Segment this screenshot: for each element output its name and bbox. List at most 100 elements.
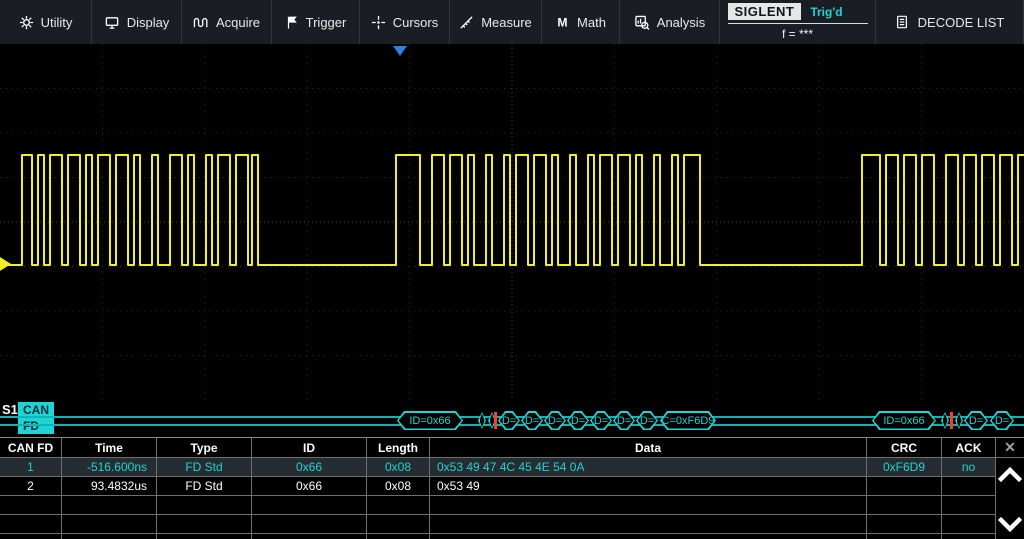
decode-list-icon [895, 14, 909, 30]
menu-item-display[interactable]: Display [92, 0, 182, 44]
menu-item-analysis[interactable]: Analysis [620, 0, 720, 44]
decode-frame: D= [613, 411, 635, 430]
column-header: Time [62, 438, 157, 458]
menu-item-label: Utility [41, 15, 73, 30]
decode-frame: D= [567, 411, 589, 430]
scroll-down-button[interactable] [998, 516, 1022, 533]
table-row-cell[interactable] [942, 515, 996, 534]
trigger-flag-icon [285, 15, 299, 30]
trigger-level-marker[interactable] [0, 257, 11, 271]
table-row-cell[interactable] [157, 515, 252, 534]
column-header: Length [367, 438, 430, 458]
table-row-cell[interactable] [62, 496, 157, 515]
brand-logo: SIGLENT [728, 3, 802, 20]
menu-item-label: Math [577, 15, 606, 30]
decode-frame: D= [964, 411, 988, 430]
decode-frame: D= [544, 411, 566, 430]
table-row-cell[interactable]: 93.4832us [62, 477, 157, 496]
table-row-cell[interactable]: 0x66 [252, 477, 367, 496]
close-icon: ✕ [1004, 439, 1016, 456]
table-row-cell [867, 534, 942, 539]
table-row-cell[interactable]: 2 [0, 477, 62, 496]
table-row-cell[interactable] [430, 515, 867, 534]
waveform-svg [0, 44, 1024, 400]
table-row-cell[interactable] [867, 477, 942, 496]
decode-frame: D= [521, 411, 543, 430]
decode-frame: D= [636, 411, 658, 430]
table-row-cell[interactable]: -516.600ns [62, 458, 157, 477]
decode-list-button[interactable]: DECODE LIST [876, 0, 1024, 44]
table-row-cell[interactable]: 0x08 [367, 477, 430, 496]
table-row-cell[interactable]: no [942, 458, 996, 477]
table-row-cell[interactable] [942, 477, 996, 496]
table-row-cell[interactable] [367, 496, 430, 515]
table-row-cell[interactable]: 0xF6D9 [867, 458, 942, 477]
menu-item-trigger[interactable]: Trigger [272, 0, 360, 44]
table-row-cell[interactable] [942, 496, 996, 515]
menu-item-label: Cursors [393, 15, 439, 30]
decode-frame: ID=0x66 [397, 411, 463, 430]
table-row-cell[interactable] [62, 515, 157, 534]
table-row-cell[interactable]: 1 [0, 458, 62, 477]
menu-bar: Utility Display Acquire Trigger Cursors … [0, 0, 1024, 44]
frequency-readout: f = *** [782, 24, 813, 41]
status-area: SIGLENT Trig'd f = *** [720, 0, 876, 44]
menu-item-cursors[interactable]: Cursors [360, 0, 450, 44]
table-row-cell[interactable]: 0x53 49 47 4C 45 4E 54 0A [430, 458, 867, 477]
menu-item-measure[interactable]: Measure [450, 0, 542, 44]
column-header: Type [157, 438, 252, 458]
gear-icon [19, 15, 34, 30]
decode-frame: ID=0x66 [872, 411, 936, 430]
table-row-cell[interactable] [252, 515, 367, 534]
menu-item-utility[interactable]: Utility [0, 0, 92, 44]
table-row-cell [62, 534, 157, 539]
decode-table-side-strip: ✕ [996, 437, 1024, 539]
decode-frame: D= [990, 411, 1014, 430]
menu-item-label: Analysis [657, 15, 705, 30]
decode-frame: D= [498, 411, 520, 430]
table-row-cell[interactable] [367, 515, 430, 534]
table-row-cell[interactable] [430, 496, 867, 515]
measure-icon [459, 15, 474, 30]
decode-table-close-button[interactable]: ✕ [996, 438, 1024, 458]
column-header: CRC [867, 438, 942, 458]
math-icon: M [555, 15, 570, 30]
decode-bus: ID=0x66D=D=D=D=D=D=D=C=0xF6D9ID=0x66D=D= [0, 411, 1024, 430]
column-header: ACK [942, 438, 996, 458]
scroll-up-button[interactable] [998, 466, 1022, 483]
table-row-cell[interactable] [867, 496, 942, 515]
table-row-cell[interactable] [867, 515, 942, 534]
table-row-cell [367, 534, 430, 539]
menu-item-math[interactable]: M Math [542, 0, 620, 44]
oscilloscope-screen: Utility Display Acquire Trigger Cursors … [0, 0, 1024, 539]
menu-item-acquire[interactable]: Acquire [182, 0, 272, 44]
table-row-cell[interactable]: 0x08 [367, 458, 430, 477]
menu-item-label: Acquire [216, 15, 260, 30]
trigger-position-marker[interactable] [393, 46, 407, 56]
table-row-cell [942, 534, 996, 539]
table-row-cell [252, 534, 367, 539]
table-row-cell[interactable] [157, 496, 252, 515]
table-row-cell [0, 534, 62, 539]
decode-frame: C=0xF6D9 [660, 411, 716, 430]
svg-text:M: M [557, 15, 567, 29]
column-header: Data [430, 438, 867, 458]
table-row-cell[interactable] [0, 515, 62, 534]
graticule [0, 44, 1024, 400]
table-row-cell[interactable]: FD Std [157, 458, 252, 477]
decode-frame: D= [590, 411, 612, 430]
decode-error-marker [494, 412, 497, 429]
decode-frame-delimiter [478, 412, 486, 429]
table-row-cell[interactable]: 0x66 [252, 458, 367, 477]
table-row-cell[interactable]: 0x53 49 [430, 477, 867, 496]
menu-item-label: Trigger [306, 15, 347, 30]
menu-item-label: Measure [481, 15, 532, 30]
decode-error-marker [950, 412, 953, 429]
table-row-cell[interactable] [0, 496, 62, 515]
analysis-icon [634, 15, 650, 30]
cursors-icon [371, 15, 386, 30]
table-row-cell[interactable]: FD Std [157, 477, 252, 496]
table-row-cell[interactable] [252, 496, 367, 515]
waveform-display[interactable] [0, 44, 1024, 400]
display-icon [104, 15, 120, 30]
